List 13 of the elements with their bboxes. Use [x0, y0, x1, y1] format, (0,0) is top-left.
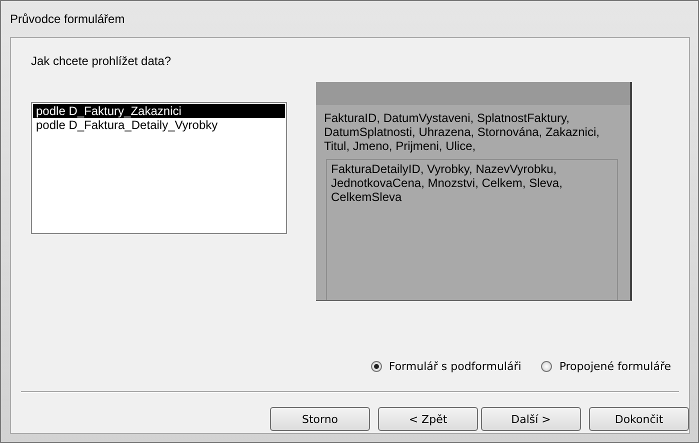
dialog-button[interactable]: Dokončit — [589, 407, 689, 431]
dialog-button[interactable]: Storno — [270, 407, 370, 431]
subform-fields-text: FakturaDetailyID, Vyrobky, NazevVyrobku, JednotkovaCena, Mnozstvi, Celkem, Sleva, CelkemSleva — [326, 159, 618, 300]
window-title: Průvodce formulářem — [9, 11, 126, 28]
radio-icon[interactable] — [541, 361, 552, 372]
main-fields-text: FakturaID, DatumVystaveni, SplatnostFaktury, DatumSplatnosti, Uhrazena, Stornována, Zakaznici, Titul, Jmeno, Prijmeni, Ulice, — [323, 110, 600, 153]
radio-icon[interactable] — [370, 361, 382, 372]
view-list-item[interactable]: podle D_Faktura_Detaily_Vyrobky — [33, 118, 285, 132]
dialog-button[interactable]: < Zpět — [378, 407, 478, 431]
dialog-button[interactable]: Další > — [481, 407, 581, 431]
question-label: Jak chcete prohlížet data? — [31, 54, 172, 68]
view-list-item[interactable]: podle D_Faktury_Zakaznici — [33, 104, 285, 118]
view-list[interactable]: podle D_Faktury_Zakaznici podle D_Faktura_Detaily_Vyrobky — [31, 102, 287, 234]
